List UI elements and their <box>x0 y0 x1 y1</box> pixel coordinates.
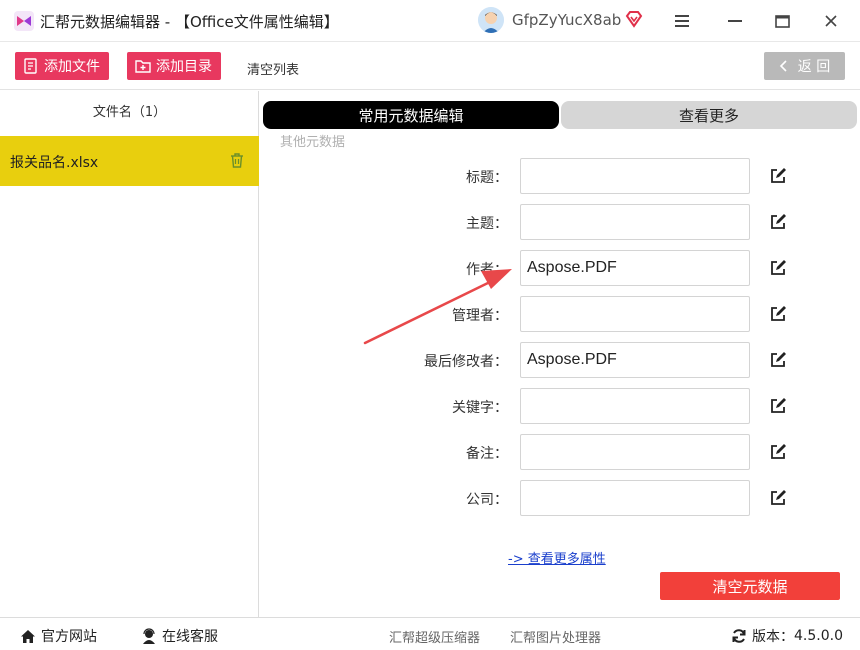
add-file-label: 添加文件 <box>44 59 100 75</box>
close-button[interactable] <box>813 6 849 36</box>
home-icon <box>21 629 35 643</box>
status-bar: 官方网站 在线客服 汇帮超级压缩器 汇帮图片处理器 版本： 4.5.0.0 <box>0 617 860 650</box>
maximize-icon <box>774 14 790 28</box>
clear-metadata-button[interactable]: 清空元数据 <box>660 572 840 600</box>
title-bar: 汇帮元数据编辑器 - 【Office文件属性编辑】 GfpZyYucX8ab <box>0 0 860 42</box>
field-row-company: 公司： <box>260 480 860 516</box>
back-label: 返 回 <box>797 59 831 75</box>
minimize-button[interactable] <box>717 6 753 36</box>
subject-field[interactable] <box>520 204 750 240</box>
edit-icon[interactable] <box>769 213 787 231</box>
username[interactable]: GfpZyYucX8ab <box>512 11 621 29</box>
title-field[interactable] <box>520 158 750 194</box>
maximize-button[interactable] <box>764 6 800 36</box>
image-tool-link[interactable]: 汇帮图片处理器 <box>510 627 601 646</box>
edit-icon[interactable] <box>769 489 787 507</box>
manager-field[interactable] <box>520 296 750 332</box>
field-row-comments: 备注： <box>260 434 860 470</box>
app-logo-icon <box>14 11 34 31</box>
version-number: 4.5.0.0 <box>794 628 843 644</box>
field-label-last-modified-by: 最后修改者： <box>424 354 508 370</box>
field-label-comments: 备注： <box>466 446 508 462</box>
tab-common-metadata[interactable]: 常用元数据编辑 <box>263 101 559 129</box>
chevron-left-icon <box>779 60 787 72</box>
keywords-field[interactable] <box>520 388 750 424</box>
section-label-other-metadata: 其他元数据 <box>280 135 346 150</box>
view-more-properties-link[interactable]: -> 查看更多属性 <box>508 548 606 567</box>
online-support-link[interactable]: 在线客服 <box>141 626 218 646</box>
add-file-button[interactable]: 添加文件 <box>15 52 109 80</box>
add-directory-button[interactable]: 添加目录 <box>127 52 221 80</box>
field-row-manager: 管理者： <box>260 296 860 332</box>
edit-icon[interactable] <box>769 259 787 277</box>
edit-icon[interactable] <box>769 305 787 323</box>
add-folder-icon <box>135 60 151 73</box>
online-support-label: 在线客服 <box>162 629 218 645</box>
field-label-author: 作者： <box>466 262 508 278</box>
field-label-subject: 主题： <box>466 216 508 232</box>
version-info: 版本： 4.5.0.0 <box>731 626 843 646</box>
file-list-header: 文件名（1） <box>92 105 167 120</box>
edit-icon[interactable] <box>769 397 787 415</box>
add-directory-label: 添加目录 <box>156 59 212 75</box>
official-website-link[interactable]: 官方网站 <box>20 626 97 646</box>
field-label-title: 标题： <box>466 170 508 186</box>
version-label: 版本： <box>752 629 794 645</box>
close-icon <box>825 15 837 27</box>
file-list-item[interactable]: 报关品名.xlsx <box>0 136 259 186</box>
toolbar: 添加文件 添加目录 清空列表 <box>0 42 860 90</box>
official-website-label: 官方网站 <box>41 629 97 645</box>
edit-icon[interactable] <box>769 351 787 369</box>
trash-icon[interactable] <box>229 152 245 168</box>
field-label-company: 公司： <box>466 492 508 508</box>
vip-diamond-icon[interactable] <box>625 10 643 28</box>
refresh-icon[interactable] <box>731 628 747 644</box>
comments-field[interactable] <box>520 434 750 470</box>
compressor-link[interactable]: 汇帮超级压缩器 <box>389 627 480 646</box>
user-avatar-icon <box>478 7 504 33</box>
author-field[interactable]: Aspose.PDF <box>520 250 750 286</box>
avatar[interactable] <box>478 7 504 33</box>
last-modified-by-field[interactable]: Aspose.PDF <box>520 342 750 378</box>
edit-icon[interactable] <box>769 167 787 185</box>
back-button[interactable]: 返 回 <box>764 52 845 80</box>
support-agent-icon <box>143 628 155 644</box>
field-label-keywords: 关键字： <box>452 400 508 416</box>
field-row-title: 标题： <box>260 158 860 194</box>
hamburger-icon <box>675 15 689 27</box>
add-file-icon <box>24 58 37 74</box>
file-name: 报关品名.xlsx <box>10 155 99 171</box>
company-field[interactable] <box>520 480 750 516</box>
edit-icon[interactable] <box>769 443 787 461</box>
tab-view-more[interactable]: 查看更多 <box>561 101 857 129</box>
file-list-panel: 文件名（1） 报关品名.xlsx <box>0 91 259 617</box>
window-title: 汇帮元数据编辑器 - 【Office文件属性编辑】 <box>40 13 339 31</box>
clear-list-button[interactable]: 清空列表 <box>247 59 299 78</box>
field-label-manager: 管理者： <box>452 308 508 324</box>
minimize-icon <box>728 20 742 22</box>
field-row-keywords: 关键字： <box>260 388 860 424</box>
menu-button[interactable] <box>664 6 700 36</box>
field-row-last-modified-by: 最后修改者： Aspose.PDF <box>260 342 860 378</box>
field-row-subject: 主题： <box>260 204 860 240</box>
field-row-author: 作者： Aspose.PDF <box>260 250 860 286</box>
